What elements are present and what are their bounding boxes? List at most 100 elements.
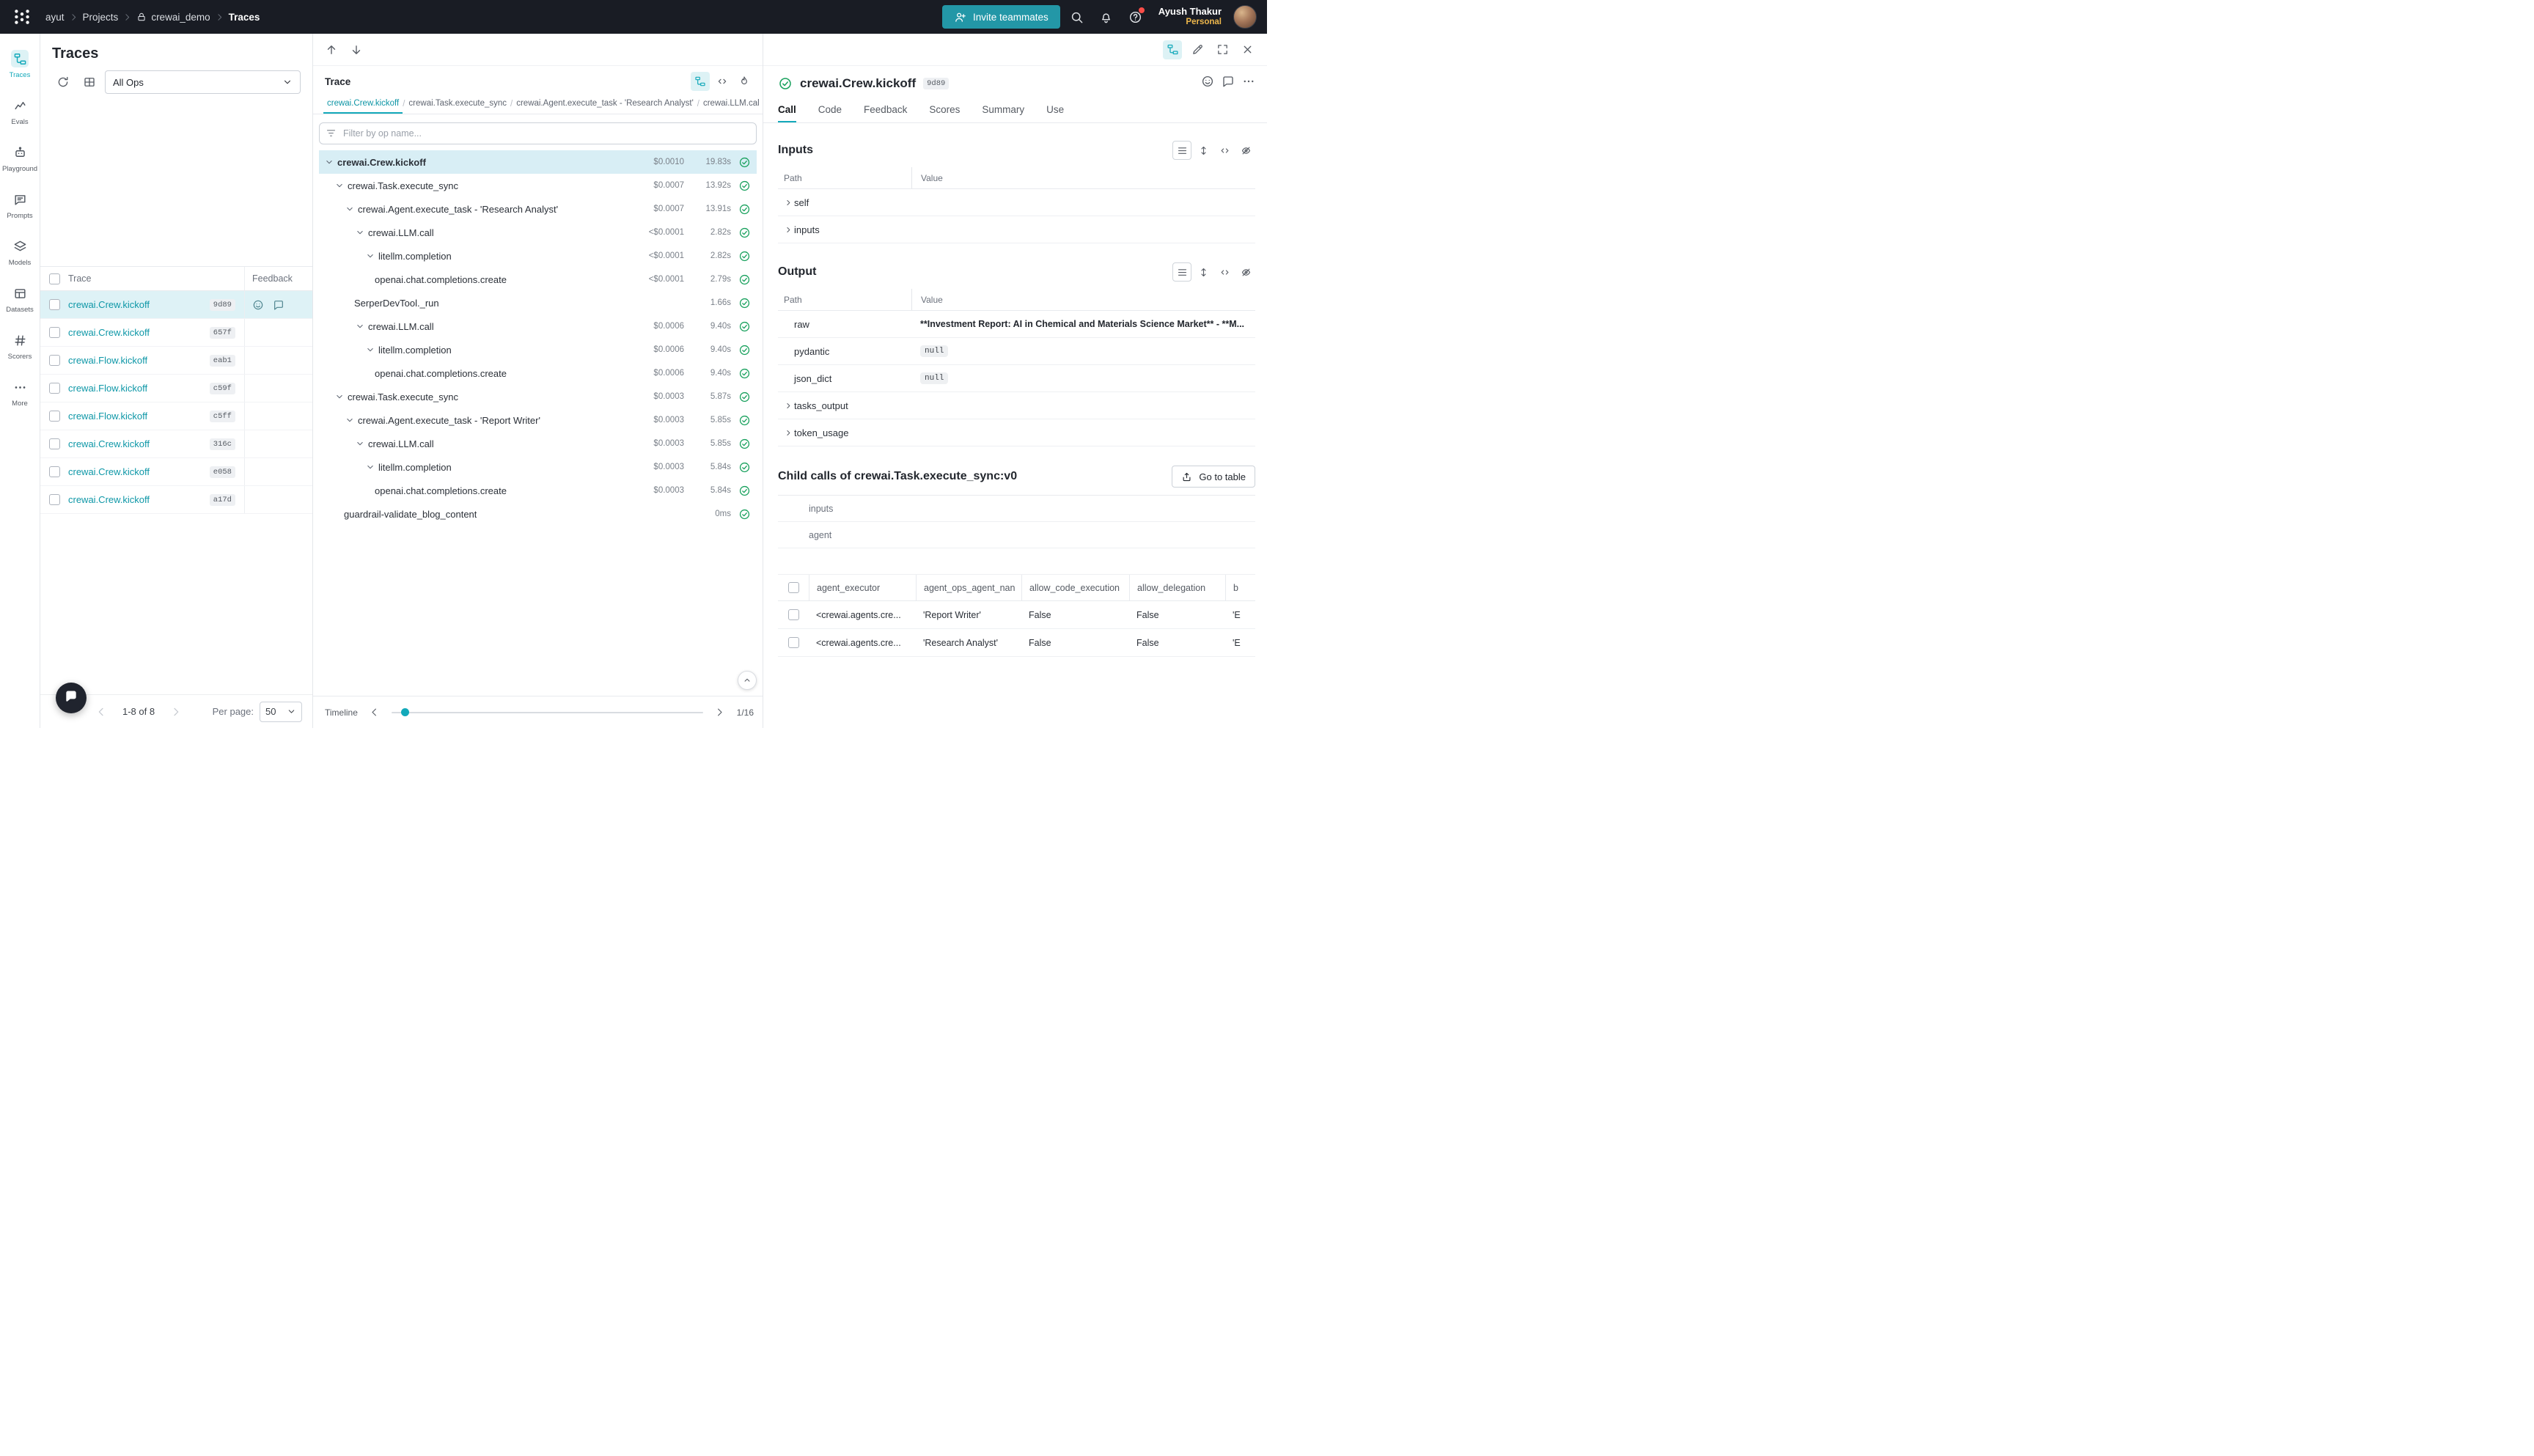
add-reaction-icon[interactable] <box>1201 75 1214 92</box>
ops-filter-select[interactable]: All Ops <box>105 70 301 94</box>
avatar[interactable] <box>1233 5 1257 29</box>
input-row[interactable]: self <box>778 189 1255 216</box>
chevron-down-icon[interactable] <box>364 250 376 262</box>
tab-call[interactable]: Call <box>778 98 796 122</box>
call-path-crumb[interactable]: crewai.Task.execute_sync <box>405 94 510 114</box>
hide-values-icon[interactable] <box>1236 141 1255 160</box>
trace-tree-row[interactable]: litellm.completion <$0.0001 2.82s <box>319 244 757 268</box>
user-menu[interactable]: Ayush Thakur Personal <box>1158 6 1222 27</box>
breadcrumb-org[interactable]: ayut <box>45 12 65 23</box>
columns-icon[interactable] <box>78 71 100 93</box>
sidebar-item-prompts[interactable]: Prompts <box>0 182 40 229</box>
refresh-icon[interactable] <box>52 71 74 93</box>
timeline-slider[interactable] <box>392 712 703 713</box>
fullscreen-icon[interactable] <box>1213 40 1232 59</box>
trace-op-link[interactable]: crewai.Crew.kickoff <box>68 494 150 505</box>
row-checkbox[interactable] <box>49 327 60 338</box>
chevron-down-icon[interactable] <box>344 414 356 426</box>
table-row[interactable]: crewai.Flow.kickoff eab1 <box>40 347 312 375</box>
trace-tree-row[interactable]: crewai.Agent.execute_task - 'Report Writ… <box>319 408 757 432</box>
flame-graph-icon[interactable] <box>735 72 754 91</box>
arrow-down-icon[interactable] <box>345 39 367 61</box>
row-checkbox[interactable] <box>49 299 60 310</box>
tab-summary[interactable]: Summary <box>982 98 1024 122</box>
tab-scores[interactable]: Scores <box>929 98 960 122</box>
trace-op-link[interactable]: crewai.Crew.kickoff <box>68 327 150 338</box>
sidebar-item-more[interactable]: More <box>0 369 40 416</box>
column-header[interactable]: allow_delegation <box>1129 575 1225 600</box>
chevron-right-icon[interactable] <box>778 428 794 438</box>
code-view-icon[interactable] <box>1215 262 1234 282</box>
sidebar-item-datasets[interactable]: Datasets <box>0 276 40 323</box>
output-row[interactable]: json_dict null <box>778 365 1255 392</box>
trace-tree-row[interactable]: crewai.Crew.kickoff $0.0010 19.83s <box>319 150 757 174</box>
trace-tree-row[interactable]: crewai.Task.execute_sync $0.0003 5.87s <box>319 385 757 408</box>
op-filter-input[interactable] <box>319 122 757 144</box>
output-row[interactable]: pydantic null <box>778 338 1255 365</box>
chat-widget-button[interactable] <box>56 683 87 713</box>
trace-op-link[interactable]: crewai.Flow.kickoff <box>68 411 147 422</box>
sidebar-item-scorers[interactable]: Scorers <box>0 323 40 369</box>
tab-use[interactable]: Use <box>1046 98 1064 122</box>
sidebar-item-models[interactable]: Models <box>0 229 40 276</box>
arrow-up-icon[interactable] <box>320 39 342 61</box>
timeline-slider-handle[interactable] <box>401 708 409 716</box>
table-row[interactable]: crewai.Crew.kickoff a17d <box>40 486 312 514</box>
trace-op-link[interactable]: crewai.Crew.kickoff <box>68 299 150 310</box>
hide-values-icon[interactable] <box>1236 262 1255 282</box>
column-header-feedback[interactable]: Feedback <box>244 267 312 290</box>
column-header-trace[interactable]: Trace <box>68 273 92 284</box>
output-row[interactable]: raw **Investment Report: AI in Chemical … <box>778 311 1255 338</box>
table-row[interactable]: <crewai.agents.cre... 'Report Writer' Fa… <box>778 601 1255 629</box>
row-checkbox[interactable] <box>788 637 799 648</box>
sidebar-item-evals[interactable]: Evals <box>0 88 40 135</box>
tab-code[interactable]: Code <box>818 98 842 122</box>
column-header[interactable]: agent_ops_agent_nan <box>916 575 1021 600</box>
chevron-down-icon[interactable] <box>354 438 366 449</box>
row-checkbox[interactable] <box>788 609 799 620</box>
trace-op-link[interactable]: crewai.Flow.kickoff <box>68 383 147 394</box>
scroll-to-top-button[interactable] <box>738 671 757 690</box>
code-view-icon[interactable] <box>713 72 732 91</box>
chevron-down-icon[interactable] <box>364 344 376 356</box>
breadcrumb-project[interactable]: crewai_demo <box>136 12 210 23</box>
trace-tree-row[interactable]: crewai.Task.execute_sync $0.0007 13.92s <box>319 174 757 197</box>
edit-pencil-icon[interactable] <box>1188 40 1207 59</box>
timeline-prev-icon[interactable] <box>365 703 384 722</box>
go-to-table-button[interactable]: Go to table <box>1172 466 1255 488</box>
per-page-select[interactable]: 50 <box>260 702 302 722</box>
select-all-checkbox[interactable] <box>788 582 799 593</box>
list-view-icon[interactable] <box>1172 141 1191 160</box>
trace-tree-row[interactable]: guardrail-validate_blog_content 0ms <box>319 502 757 526</box>
breadcrumb-page[interactable]: Traces <box>229 12 260 23</box>
sidebar-item-playground[interactable]: Playground <box>0 135 40 182</box>
trace-tree-row[interactable]: crewai.LLM.call <$0.0001 2.82s <box>319 221 757 244</box>
table-row[interactable]: <crewai.agents.cre... 'Research Analyst'… <box>778 629 1255 657</box>
row-checkbox[interactable] <box>49 438 60 449</box>
trace-tree-row[interactable]: litellm.completion $0.0003 5.84s <box>319 455 757 479</box>
prev-page-icon[interactable] <box>92 702 111 721</box>
timeline-next-icon[interactable] <box>710 703 730 722</box>
column-header[interactable]: allow_code_execution <box>1021 575 1129 600</box>
select-all-checkbox[interactable] <box>49 273 60 284</box>
output-row[interactable]: token_usage <box>778 419 1255 446</box>
row-checkbox[interactable] <box>49 383 60 394</box>
input-row[interactable]: inputs <box>778 216 1255 243</box>
trace-op-link[interactable]: crewai.Flow.kickoff <box>68 355 147 366</box>
more-menu-icon[interactable] <box>1242 75 1255 92</box>
trace-tree-row[interactable]: openai.chat.completions.create $0.0003 5… <box>319 479 757 502</box>
chevron-down-icon[interactable] <box>354 227 366 238</box>
trace-op-link[interactable]: crewai.Crew.kickoff <box>68 466 150 477</box>
trace-tree-row[interactable]: openai.chat.completions.create <$0.0001 … <box>319 268 757 291</box>
chevron-down-icon[interactable] <box>364 461 376 473</box>
tab-feedback[interactable]: Feedback <box>864 98 907 122</box>
emoji-feedback-icon[interactable] <box>252 299 264 311</box>
row-checkbox[interactable] <box>49 494 60 505</box>
comment-icon[interactable] <box>1222 75 1235 92</box>
column-header[interactable]: agent_executor <box>809 575 916 600</box>
bell-icon[interactable] <box>1094 4 1119 29</box>
wandb-logo[interactable] <box>12 7 32 27</box>
chevron-down-icon[interactable] <box>354 320 366 332</box>
table-row[interactable]: crewai.Crew.kickoff 9d89 <box>40 291 312 319</box>
list-view-icon[interactable] <box>1172 262 1191 282</box>
